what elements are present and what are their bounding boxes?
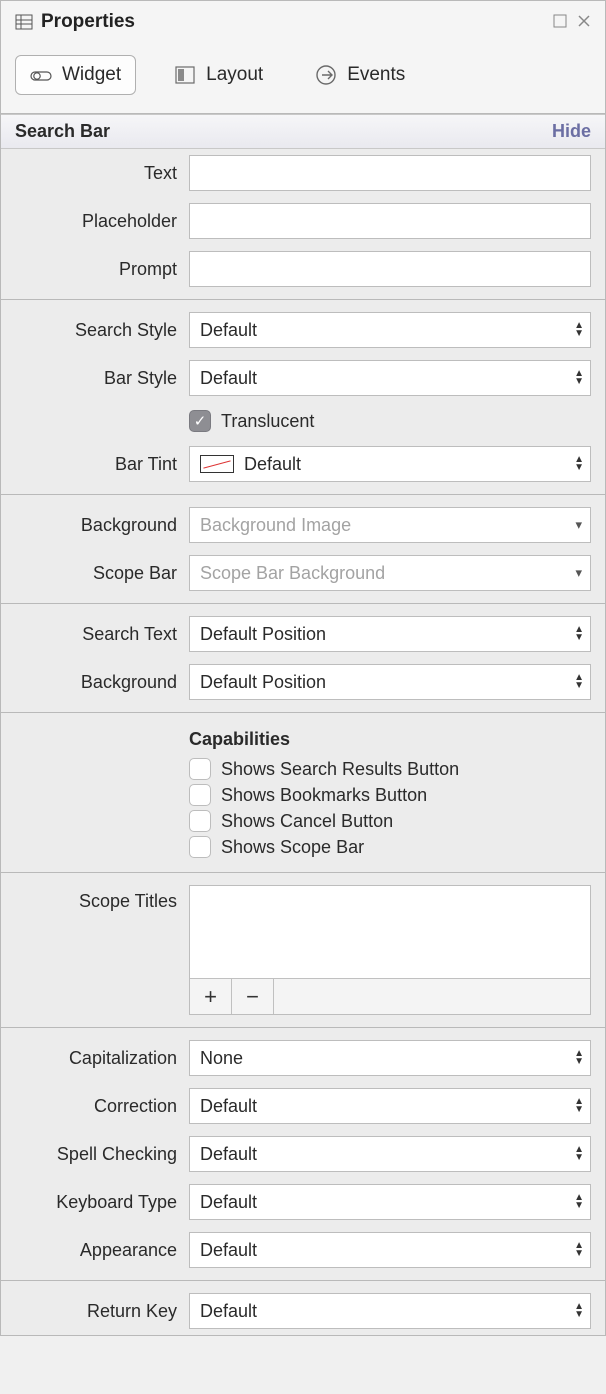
stepper-icon: ▲▼	[574, 1242, 584, 1258]
scope-bar-background-dropdown[interactable]: Scope Bar Background ▾	[189, 555, 591, 591]
return-key-dropdown[interactable]: Default ▲▼	[189, 1293, 591, 1329]
label-keyboard-type: Keyboard Type	[1, 1192, 189, 1213]
search-text-position-value: Default Position	[200, 624, 326, 645]
tab-bar: Widget Layout Events	[1, 43, 605, 114]
label-capitalization: Capitalization	[1, 1048, 189, 1069]
bar-tint-value: Default	[244, 454, 301, 475]
minimize-icon[interactable]	[553, 12, 567, 33]
stepper-icon: ▲▼	[574, 1303, 584, 1319]
label-spell-checking: Spell Checking	[1, 1144, 189, 1165]
stepper-icon: ▲▼	[574, 1146, 584, 1162]
background-image-dropdown[interactable]: Background Image ▾	[189, 507, 591, 543]
label-scope-titles: Scope Titles	[1, 885, 189, 912]
background-image-placeholder: Background Image	[200, 515, 351, 536]
label-correction: Correction	[1, 1096, 189, 1117]
section-title: Search Bar	[15, 121, 110, 142]
spell-checking-dropdown[interactable]: Default ▲▼	[189, 1136, 591, 1172]
background-position-dropdown[interactable]: Default Position ▲▼	[189, 664, 591, 700]
stepper-icon: ▲▼	[574, 456, 584, 472]
search-style-dropdown[interactable]: Default ▲▼	[189, 312, 591, 348]
label-prompt: Prompt	[1, 259, 189, 280]
label-background: Background	[1, 515, 189, 536]
hide-button[interactable]: Hide	[552, 121, 591, 142]
appearance-dropdown[interactable]: Default ▲▼	[189, 1232, 591, 1268]
label-scope-bar: Scope Bar	[1, 563, 189, 584]
add-button[interactable]: +	[190, 979, 232, 1014]
shows-search-results-label: Shows Search Results Button	[221, 759, 459, 780]
tab-events-label: Events	[347, 64, 405, 86]
label-background2: Background	[1, 672, 189, 693]
return-key-value: Default	[200, 1301, 257, 1322]
events-icon	[315, 64, 337, 86]
text-input[interactable]	[189, 155, 591, 191]
tab-events[interactable]: Events	[301, 55, 419, 95]
bar-style-value: Default	[200, 368, 257, 389]
properties-icon	[15, 13, 33, 31]
remove-button[interactable]: −	[232, 979, 274, 1014]
properties-panel: Properties Widget	[0, 0, 606, 1336]
placeholder-input[interactable]	[189, 203, 591, 239]
chevron-down-icon: ▾	[575, 517, 582, 533]
shows-scope-bar-label: Shows Scope Bar	[221, 837, 364, 858]
stepper-icon: ▲▼	[574, 1050, 584, 1066]
label-search-style: Search Style	[1, 320, 189, 341]
shows-bookmarks-checkbox[interactable]	[189, 784, 211, 806]
label-return-key: Return Key	[1, 1301, 189, 1322]
keyboard-type-value: Default	[200, 1192, 257, 1213]
no-color-swatch-icon	[200, 455, 234, 473]
stepper-icon: ▲▼	[574, 626, 584, 642]
label-appearance: Appearance	[1, 1240, 189, 1261]
bar-tint-dropdown[interactable]: Default ▲▼	[189, 446, 591, 482]
correction-value: Default	[200, 1096, 257, 1117]
shows-search-results-checkbox[interactable]	[189, 758, 211, 780]
correction-dropdown[interactable]: Default ▲▼	[189, 1088, 591, 1124]
stepper-icon: ▲▼	[574, 1098, 584, 1114]
search-style-value: Default	[200, 320, 257, 341]
shows-cancel-checkbox[interactable]	[189, 810, 211, 832]
keyboard-type-dropdown[interactable]: Default ▲▼	[189, 1184, 591, 1220]
stepper-icon: ▲▼	[574, 322, 584, 338]
tab-layout[interactable]: Layout	[160, 55, 277, 95]
layout-icon	[174, 64, 196, 86]
label-bar-tint: Bar Tint	[1, 454, 189, 475]
label-bar-style: Bar Style	[1, 368, 189, 389]
scope-footer-spacer	[274, 979, 590, 1014]
widget-icon	[30, 64, 52, 86]
background-position-value: Default Position	[200, 672, 326, 693]
shows-cancel-label: Shows Cancel Button	[221, 811, 393, 832]
capitalization-value: None	[200, 1048, 243, 1069]
capabilities-heading: Capabilities	[189, 729, 591, 750]
scope-titles-list[interactable]: + −	[189, 885, 591, 1015]
scope-bar-background-placeholder: Scope Bar Background	[200, 563, 385, 584]
tab-widget[interactable]: Widget	[15, 55, 136, 95]
spell-checking-value: Default	[200, 1144, 257, 1165]
stepper-icon: ▲▼	[574, 1194, 584, 1210]
translucent-checkbox[interactable]: ✓	[189, 410, 211, 432]
label-search-text: Search Text	[1, 624, 189, 645]
tab-widget-label: Widget	[62, 64, 121, 86]
titlebar: Properties	[1, 1, 605, 43]
translucent-label: Translucent	[221, 411, 314, 432]
shows-scope-bar-checkbox[interactable]	[189, 836, 211, 858]
panel-title: Properties	[41, 11, 135, 33]
stepper-icon: ▲▼	[574, 674, 584, 690]
bar-style-dropdown[interactable]: Default ▲▼	[189, 360, 591, 396]
close-icon[interactable]	[577, 12, 591, 33]
prompt-input[interactable]	[189, 251, 591, 287]
capitalization-dropdown[interactable]: None ▲▼	[189, 1040, 591, 1076]
chevron-down-icon: ▾	[575, 565, 582, 581]
search-text-position-dropdown[interactable]: Default Position ▲▼	[189, 616, 591, 652]
section-header: Search Bar Hide	[1, 114, 605, 149]
label-placeholder: Placeholder	[1, 211, 189, 232]
tab-layout-label: Layout	[206, 64, 263, 86]
appearance-value: Default	[200, 1240, 257, 1261]
label-text: Text	[1, 163, 189, 184]
shows-bookmarks-label: Shows Bookmarks Button	[221, 785, 427, 806]
stepper-icon: ▲▼	[574, 370, 584, 386]
